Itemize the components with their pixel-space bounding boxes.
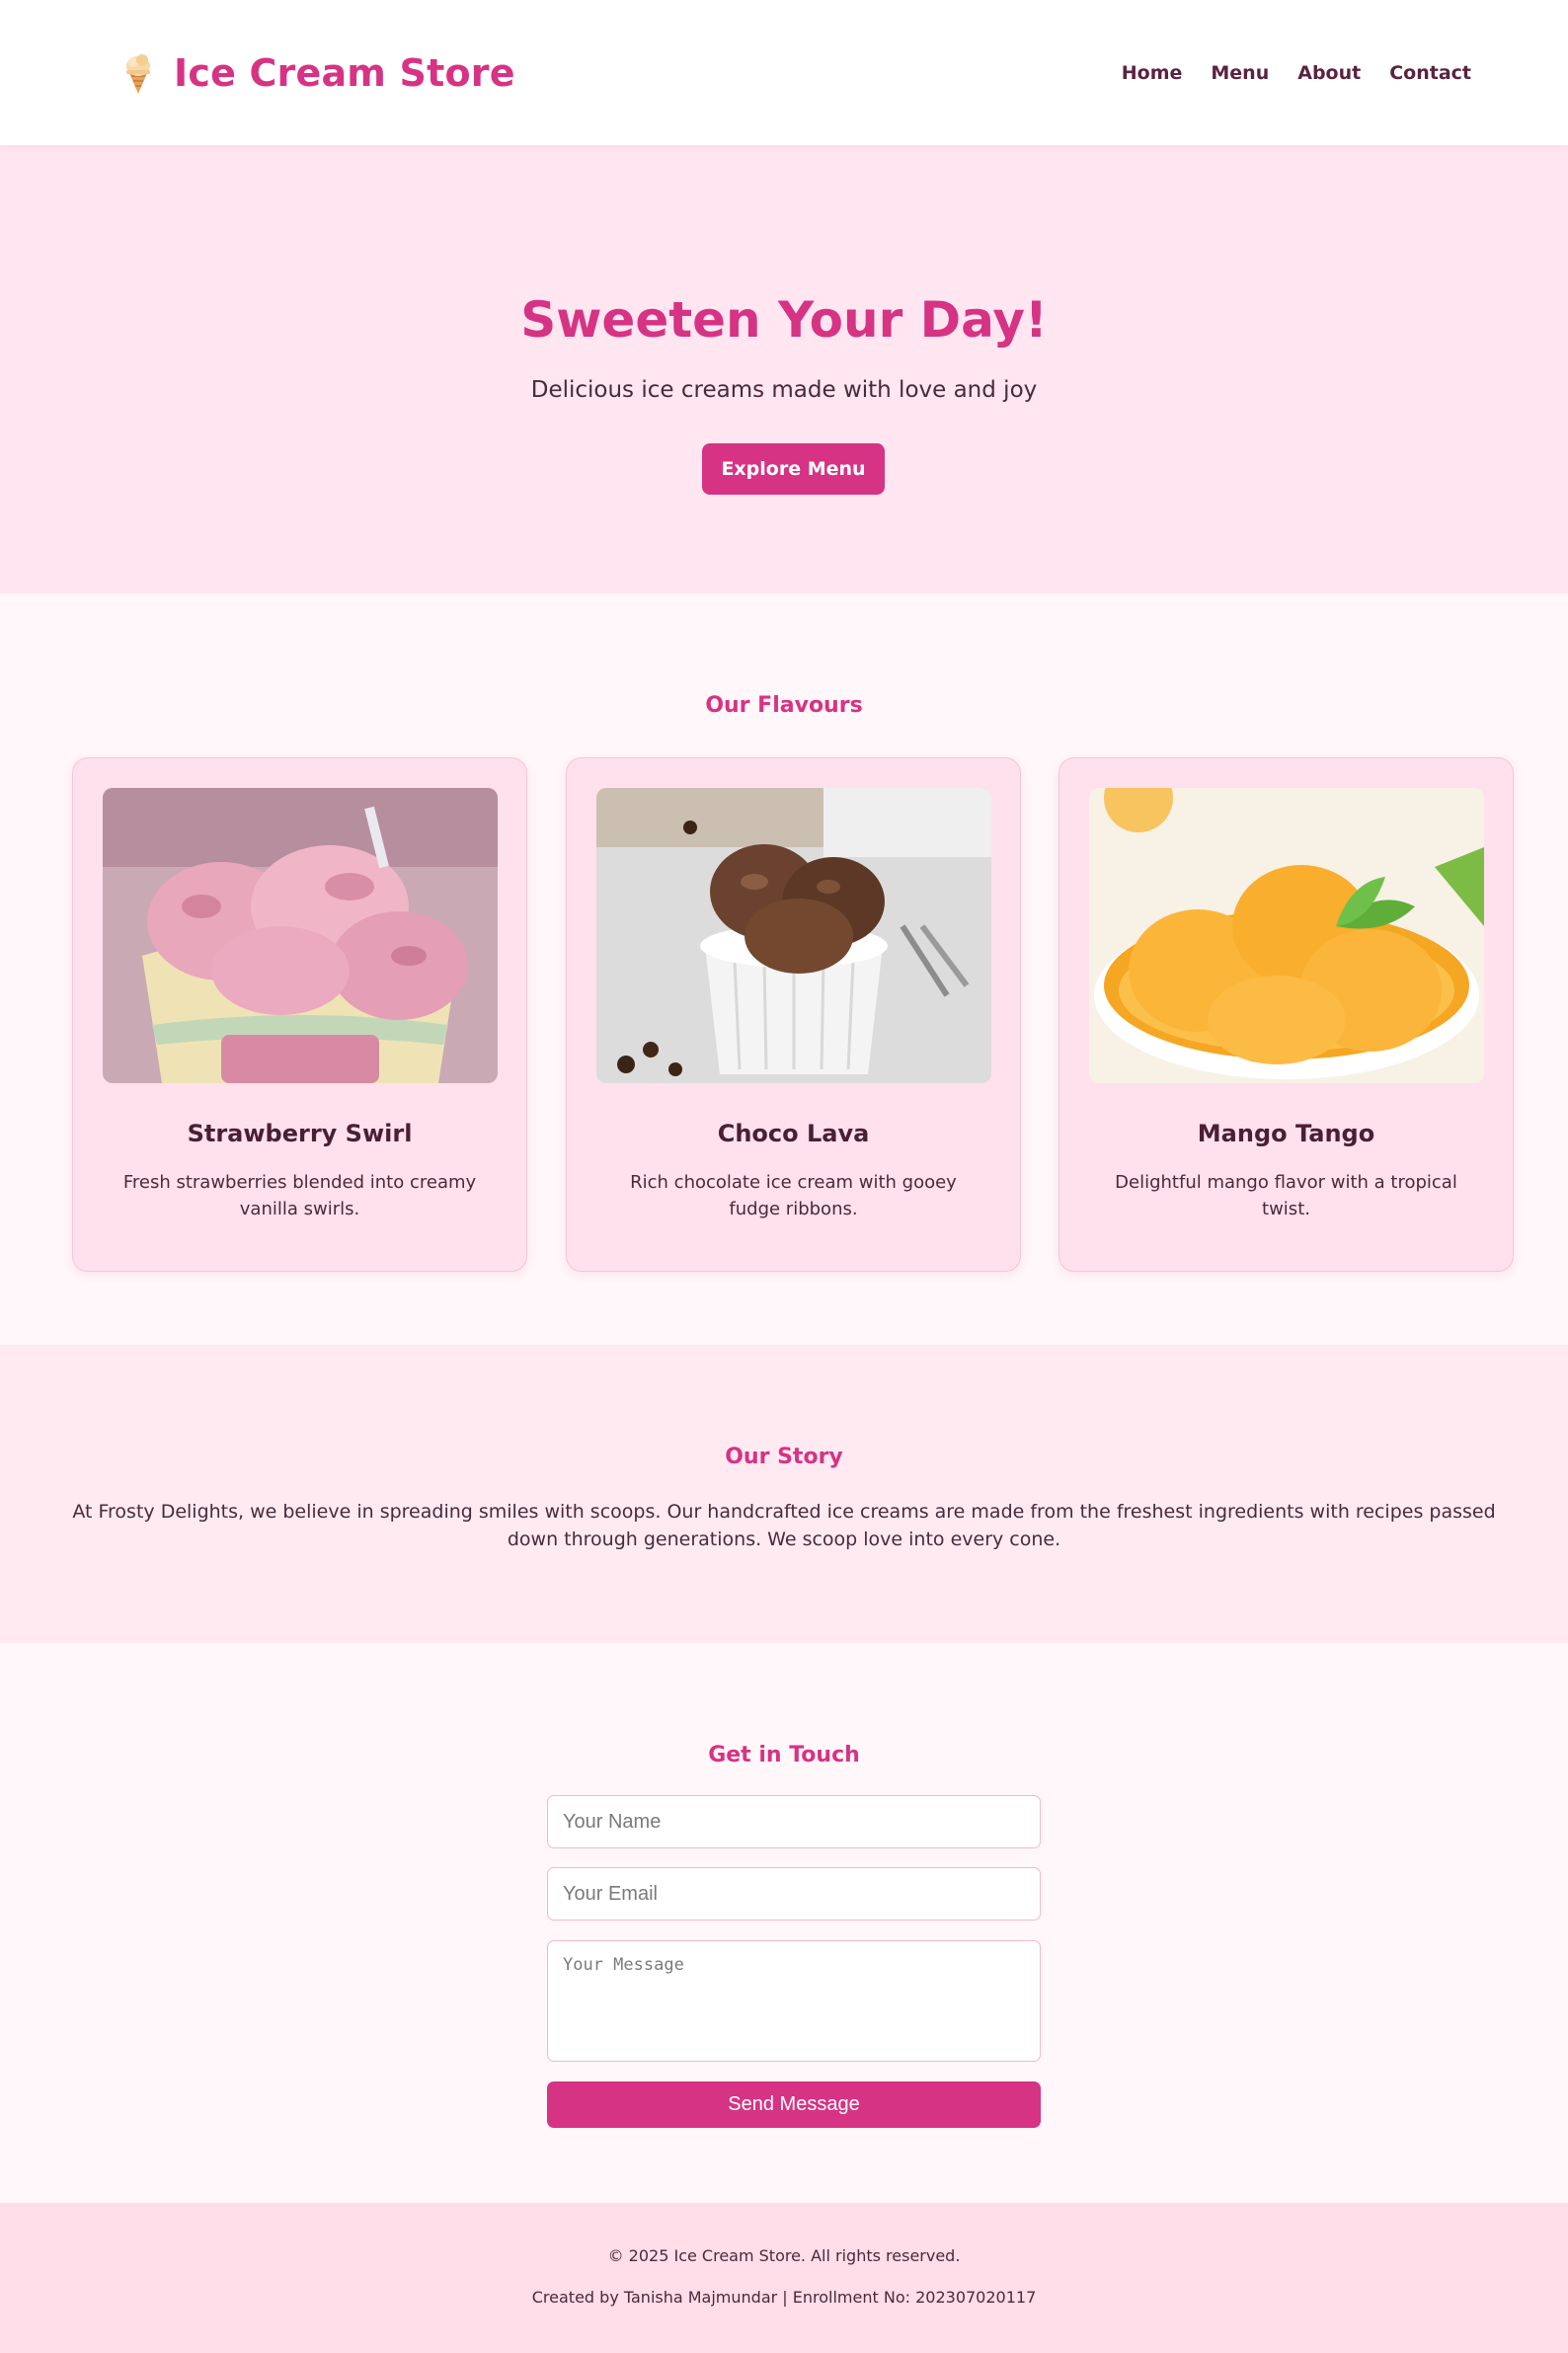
- contact-section: Get in Touch Send Message: [0, 1643, 1568, 2203]
- flavour-description: Fresh strawberries blended into creamy v…: [122, 1172, 477, 1219]
- ice-cream-cone-icon: [126, 53, 150, 94]
- chocolate-image: [596, 788, 991, 1083]
- message-textarea[interactable]: [547, 1940, 1041, 2062]
- story-section: Our Story At Frosty Delights, we believe…: [0, 1345, 1568, 1643]
- nav-menu[interactable]: Menu: [1211, 62, 1269, 84]
- story-text: At Frosty Delights, we believe in spread…: [72, 1501, 1496, 1550]
- hero-title: Sweeten Your Day!: [520, 291, 1048, 349]
- explore-menu-button[interactable]: Explore Menu: [702, 443, 885, 495]
- nav-contact[interactable]: Contact: [1389, 62, 1471, 84]
- contact-title: Get in Touch: [708, 1743, 860, 1767]
- name-input[interactable]: [547, 1795, 1041, 1848]
- flavour-card-mango: Mango Tango Delightful mango flavor with…: [1058, 757, 1514, 1272]
- main-nav: Home Menu About Contact: [1122, 62, 1471, 84]
- flavours-title: Our Flavours: [705, 693, 863, 718]
- site-footer: © 2025 Ice Cream Store. All rights reser…: [0, 2203, 1568, 2353]
- brand[interactable]: Ice Cream Store: [120, 51, 515, 95]
- footer-copyright: © 2025 Ice Cream Store. All rights reser…: [607, 2246, 961, 2265]
- hero-subtitle: Delicious ice creams made with love and …: [530, 377, 1038, 403]
- flavour-card-chocolate: Choco Lava Rich chocolate ice cream with…: [566, 757, 1021, 1272]
- email-input[interactable]: [547, 1867, 1041, 1921]
- hero-section: Sweeten Your Day! Delicious ice creams m…: [0, 145, 1568, 593]
- flavour-name: Mango Tango: [1197, 1120, 1375, 1147]
- flavour-name: Strawberry Swirl: [187, 1120, 413, 1147]
- strawberry-image: [103, 788, 498, 1083]
- nav-about[interactable]: About: [1297, 62, 1361, 84]
- footer-credit: Created by Tanisha Majmundar | Enrollmen…: [531, 2288, 1037, 2307]
- flavour-description: Delightful mango flavor with a tropical …: [1115, 1172, 1457, 1219]
- flavours-section: Our Flavours Strawberry Swirl Fresh stra…: [0, 593, 1568, 1345]
- flavour-name: Choco Lava: [717, 1120, 870, 1147]
- brand-title: Ice Cream Store: [174, 50, 515, 95]
- nav-home[interactable]: Home: [1122, 62, 1183, 84]
- site-header: Ice Cream Store Home Menu About Contact: [0, 0, 1568, 145]
- flavour-card-strawberry: Strawberry Swirl Fresh strawberries blen…: [72, 757, 527, 1272]
- flavour-description: Rich chocolate ice cream with gooey fudg…: [630, 1172, 957, 1219]
- mango-image: [1089, 788, 1484, 1083]
- story-title: Our Story: [725, 1445, 843, 1469]
- send-message-button[interactable]: Send Message: [547, 2081, 1041, 2128]
